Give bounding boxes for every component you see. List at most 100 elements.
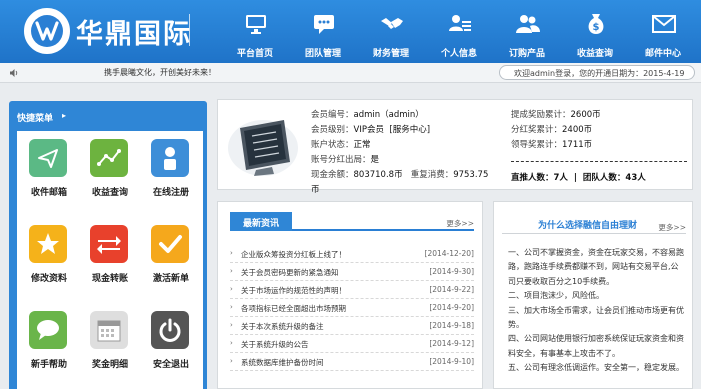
member-no-label: 会员编号：	[311, 110, 354, 120]
team-value: 43人	[625, 173, 646, 183]
welcome-text: 欢迎admin登录，您的开通日期为：2015-4-19	[514, 69, 685, 78]
repeat-value: 9753.75	[453, 170, 489, 180]
quick-edit-profile[interactable]: 修改资料	[19, 217, 79, 295]
member-no-row: 会员编号：admin（admin）	[311, 108, 424, 120]
referral-counts: 直推人数：7人 | 团队人数：43人	[511, 171, 646, 183]
news-date: [2014-9-12]	[429, 339, 474, 348]
repeat-label: 重复消费：	[410, 170, 454, 180]
chat-icon	[314, 15, 334, 34]
bullet-icon: ›	[230, 339, 233, 347]
power-icon	[151, 311, 189, 349]
nav-mail[interactable]: 邮件中心	[630, 10, 696, 62]
direct-value: 7人	[553, 173, 568, 183]
why-body: 一、公司不掌握资金，资金在玩家交易，不容易跑路，跑路连手续费都赚不到，网站有交易…	[508, 246, 686, 376]
calendar-icon	[90, 311, 128, 349]
nav-order[interactable]: 订购产品	[494, 10, 560, 62]
nav-earnings-label: 收益查询	[576, 49, 613, 59]
news-title[interactable]: 企业版众筹投资分红板上线了！	[241, 249, 346, 260]
nav-profile[interactable]: 个人信息	[426, 10, 492, 62]
send-icon	[29, 139, 67, 177]
quick-activate-label: 激活新单	[152, 274, 189, 284]
top-header: 华鼎国际 平台首页 团队管理 财务管理 个人信息 订购产品 $ 收益查询 邮件中…	[0, 0, 701, 63]
tab-latest-news[interactable]: 最新资讯	[230, 212, 292, 231]
member-level-value: VIP会员	[353, 125, 384, 135]
nav-earnings[interactable]: $ 收益查询	[562, 10, 628, 62]
news-title[interactable]: 关于系统升级的公告	[241, 339, 309, 350]
quick-bonus-detail[interactable]: 奖金明细	[80, 303, 140, 381]
quick-bonus-detail-label: 奖金明细	[91, 360, 128, 370]
nav-profile-label: 个人信息	[440, 49, 477, 59]
news-item[interactable]: › 关于市场运作的规范性的声明！ [2014-9-22]	[230, 281, 474, 299]
news-title[interactable]: 关于市场运作的规范性的声明！	[241, 285, 346, 296]
news-date: [2014-9-10]	[429, 357, 474, 366]
service-center-badge: [服务中心]	[389, 125, 431, 135]
news-title[interactable]: 关于会员密码更新的紧急通知	[241, 267, 339, 278]
news-title[interactable]: 系统数据库维护备份时间	[241, 357, 324, 368]
news-more-link[interactable]: 更多>>	[446, 218, 474, 229]
news-date: [2014-9-30]	[429, 267, 474, 276]
team-label: 团队人数：	[582, 173, 626, 183]
bullet-icon: ›	[230, 267, 233, 275]
brand-name: 华鼎国际	[76, 19, 192, 50]
dividend-bonus-row: 分红奖累计：2400币	[511, 123, 592, 135]
count-separator: |	[573, 173, 577, 183]
nav-finance-label: 财务管理	[372, 49, 409, 59]
news-date: [2014-9-18]	[429, 321, 474, 330]
nav-team[interactable]: 团队管理	[290, 10, 356, 62]
nav-home-label: 平台首页	[236, 49, 273, 59]
quick-transfer[interactable]: 现金转账	[80, 217, 140, 295]
quick-logout-label: 安全退出	[152, 360, 189, 370]
nav-finance[interactable]: 财务管理	[358, 10, 424, 62]
member-level-label: 会员级别：	[311, 125, 354, 135]
why-paragraph: 五、公司有理念低调运作。安全第一，稳定发展。	[508, 363, 684, 373]
why-header: 为什么选择融信自由理财 更多>>	[502, 212, 686, 234]
why-paragraph: 一、公司不掌握资金，资金在玩家交易，不容易跑路，跑路连手续费都赚不到，网站有交易…	[508, 248, 684, 286]
monitor-illustration	[228, 120, 298, 176]
dividend-label: 账号分红出局：	[311, 155, 371, 165]
bullet-icon: ›	[230, 249, 233, 257]
quick-help[interactable]: 新手帮助	[19, 303, 79, 381]
transfer-icon	[90, 225, 128, 263]
news-header: 最新资讯 更多>>	[230, 212, 474, 231]
why-more-link[interactable]: 更多>>	[658, 222, 686, 233]
quick-logout[interactable]: 安全退出	[141, 303, 201, 381]
news-item[interactable]: › 关于本次系统升级的备注 [2014-9-18]	[230, 317, 474, 335]
dividend-bonus-label: 分红奖累计：	[511, 125, 563, 135]
speech-bubble-icon	[29, 311, 67, 349]
news-item[interactable]: › 企业版众筹投资分红板上线了！ [2014-12-20]	[230, 245, 474, 263]
nav-home[interactable]: 平台首页	[222, 10, 288, 62]
news-item[interactable]: › 关于会员密码更新的紧急通知 [2014-9-30]	[230, 263, 474, 281]
bullet-icon: ›	[230, 357, 233, 365]
news-title[interactable]: 关于本次系统升级的备注	[241, 321, 324, 332]
quick-activate[interactable]: 激活新单	[141, 217, 201, 295]
quick-register[interactable]: 在线注册	[141, 131, 201, 209]
svg-text:$: $	[593, 22, 600, 33]
news-date: [2014-9-22]	[429, 285, 474, 294]
stats-divider	[511, 161, 687, 162]
quick-earnings[interactable]: 收益查询	[80, 131, 140, 209]
quick-menu-grid: 收件邮箱 收益查询 在线注册 修改资料 现金转账 激活新单 新手帮助 奖金明细 …	[17, 131, 203, 389]
news-title[interactable]: 各项指标已经全面超出市场预期	[241, 303, 346, 314]
brand-logo[interactable]	[24, 8, 70, 54]
news-item[interactable]: › 关于系统升级的公告 [2014-9-12]	[230, 335, 474, 353]
dividend-row: 账号分红出局：是	[311, 153, 379, 165]
nav-mail-label: 邮件中心	[644, 49, 681, 59]
speaker-icon	[10, 69, 18, 77]
news-item[interactable]: › 系统数据库维护备份时间 [2014-9-10]	[230, 353, 474, 371]
dividend-value: 是	[370, 155, 380, 165]
mail-icon	[652, 15, 676, 33]
person-icon	[151, 139, 189, 177]
account-status-value: 正常	[353, 140, 371, 150]
star-icon	[29, 225, 67, 263]
quick-earnings-label: 收益查询	[91, 188, 128, 198]
quick-inbox[interactable]: 收件邮箱	[19, 131, 79, 209]
money-bag-icon: $	[588, 14, 604, 34]
logo-mark-icon	[31, 15, 63, 47]
why-paragraph: 三、加大市场全币需求，让会员们推动市场更有优势。	[508, 305, 684, 330]
news-item[interactable]: › 各项指标已经全面超出市场预期 [2014-9-20]	[230, 299, 474, 317]
bullet-icon: ›	[230, 321, 233, 329]
marquee-text: 携手晨曦文化，开创美好未来！	[104, 68, 216, 77]
account-status-row: 账户状态：正常	[311, 138, 371, 150]
nav-team-label: 团队管理	[304, 49, 341, 59]
why-choose-panel: 为什么选择融信自由理财 更多>> 一、公司不掌握资金，资金在玩家交易，不容易跑路…	[493, 201, 693, 389]
